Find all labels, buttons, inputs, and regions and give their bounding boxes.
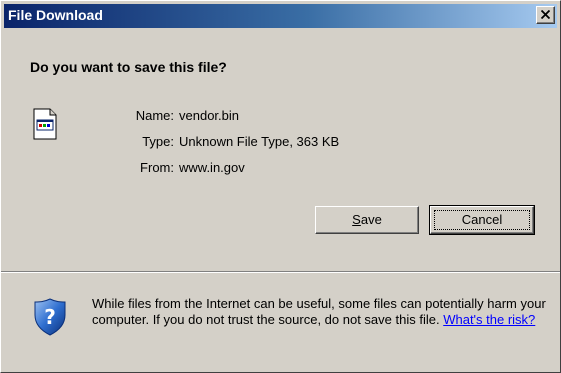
name-value: vendor.bin xyxy=(179,108,239,123)
security-warning: While files from the Internet can be use… xyxy=(92,296,552,328)
name-label: Name: xyxy=(135,108,174,123)
cancel-button[interactable]: Cancel xyxy=(429,205,535,235)
file-download-dialog: File Download Do you want to save this f… xyxy=(0,0,561,373)
save-accelerator: S xyxy=(352,212,361,227)
close-button[interactable] xyxy=(536,6,555,24)
from-label: From: xyxy=(140,160,174,175)
whats-the-risk-link[interactable]: What's the risk? xyxy=(443,312,535,327)
window-title: File Download xyxy=(8,7,103,23)
unknown-file-icon xyxy=(33,108,57,140)
dialog-question: Do you want to save this file? xyxy=(30,59,227,75)
divider xyxy=(1,271,560,273)
from-value: www.in.gov xyxy=(179,160,245,175)
focus-rectangle xyxy=(434,210,530,230)
svg-text:?: ? xyxy=(44,305,56,329)
title-bar[interactable]: File Download xyxy=(4,4,557,28)
security-shield-icon: ? xyxy=(34,298,66,336)
close-icon xyxy=(541,10,550,19)
save-label: ave xyxy=(360,212,382,227)
save-button[interactable]: Save xyxy=(315,206,419,234)
type-label: Type: xyxy=(142,134,174,149)
type-value: Unknown File Type, 363 KB xyxy=(179,134,340,149)
